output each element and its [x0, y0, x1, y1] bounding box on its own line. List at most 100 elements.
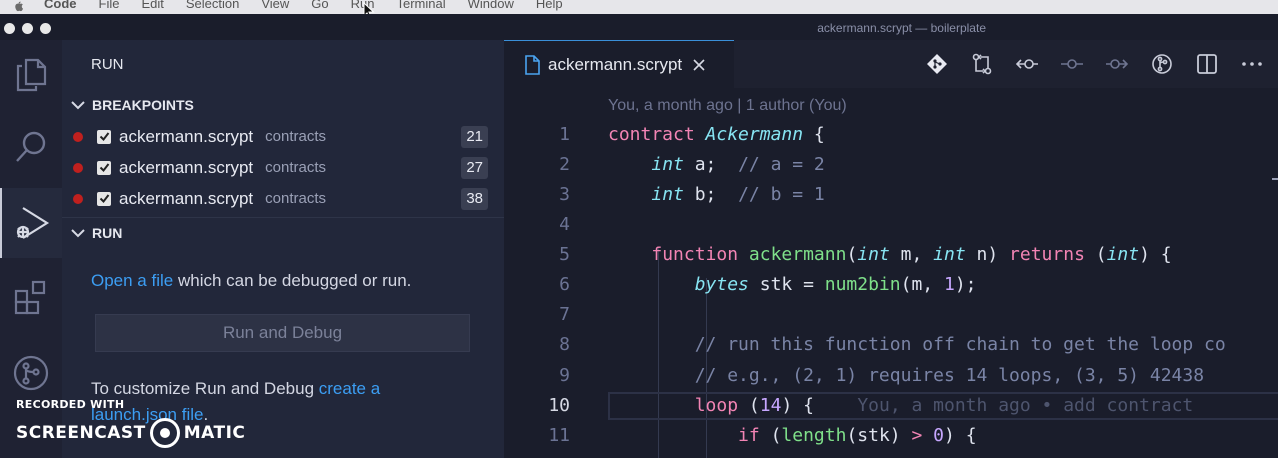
git-compare-icon [972, 53, 992, 75]
code-line: 5 function ackermann(int m, int n) retur… [504, 240, 1278, 270]
watermark-brand: SCREENCAST MATIC [16, 418, 245, 448]
breakpoint-folder: contracts [265, 190, 327, 207]
checkmark-icon [99, 163, 109, 173]
breakpoint-folder: contracts [265, 159, 327, 176]
previous-revision-button[interactable] [1015, 52, 1039, 76]
menu-app-name[interactable]: Code [44, 0, 77, 10]
editor-tab-bar: ackermann.scrypt [504, 40, 1278, 88]
breakpoint-line-badge: 21 [461, 125, 488, 148]
next-revision-button[interactable] [1105, 52, 1129, 76]
close-window-button[interactable] [4, 23, 15, 34]
open-file-message: Open a file which can be debugged or run… [91, 271, 411, 291]
breakpoint-line-badge: 27 [461, 156, 488, 179]
more-actions-button[interactable] [1240, 52, 1264, 76]
line-number: 8 [559, 334, 570, 355]
watermark-recorded-with: RECORDED WITH [16, 398, 125, 411]
git-history-icon [1152, 54, 1172, 74]
breakpoint-dot-icon [73, 193, 83, 204]
git-history-button[interactable] [1150, 52, 1174, 76]
breakpoint-file: ackermann.scrypt [119, 157, 254, 177]
code-line: 1 contract Ackermann { [504, 120, 1278, 150]
customize-prefix: To customize Run and Debug [91, 379, 319, 398]
git-commit-icon [1061, 59, 1083, 69]
line-number: 10 [548, 395, 570, 416]
codelens-blame[interactable]: You, a month ago | 1 author (You) [608, 97, 847, 115]
line-number: 3 [559, 184, 570, 205]
compare-changes-button[interactable] [970, 52, 994, 76]
code-line: 6 bytes stk = num2bin(m, 1); [504, 270, 1278, 300]
menu-go[interactable]: Go [311, 0, 328, 10]
menu-terminal[interactable]: Terminal [397, 0, 446, 10]
line-number: 1 [559, 124, 570, 145]
run-section-header[interactable]: RUN [62, 218, 504, 248]
breakpoint-item[interactable]: ackermann.scrypt contracts 21 [62, 121, 504, 152]
breakpoint-checkbox[interactable] [97, 191, 111, 206]
breakpoint-dot-icon [73, 131, 83, 142]
line-number: 2 [559, 154, 570, 175]
menu-selection[interactable]: Selection [186, 0, 239, 10]
activity-run-debug[interactable] [0, 188, 62, 258]
commit-button[interactable] [1060, 52, 1084, 76]
line-number: 11 [548, 425, 570, 446]
code-line: 9 // e.g., (2, 1) requires 14 loops, (3,… [504, 361, 1278, 391]
search-icon [16, 131, 46, 162]
menu-file[interactable]: File [99, 0, 120, 10]
menu-help[interactable]: Help [536, 0, 563, 10]
run-debug-icon [16, 207, 50, 239]
breakpoint-item[interactable]: ackermann.scrypt contracts 38 [62, 183, 504, 214]
git-diamond-icon [927, 54, 947, 74]
git-graph-icon [13, 355, 49, 391]
split-editor-button[interactable] [1195, 52, 1219, 76]
screencast-logo-icon [149, 418, 180, 448]
code-line-current: 10 loop (14) { You, a month ago • add co… [504, 391, 1278, 421]
tab-label: ackermann.scrypt [548, 54, 683, 74]
code-line: 3 int b; // b = 1 [504, 180, 1278, 210]
menu-view[interactable]: View [261, 0, 289, 10]
open-changes-button[interactable] [925, 52, 949, 76]
checkmark-icon [99, 132, 109, 142]
apple-icon[interactable] [12, 0, 26, 14]
run-sidebar: RUN BREAKPOINTS ackermann.scrypt contrac… [62, 40, 504, 458]
breakpoint-file: ackermann.scrypt [119, 126, 254, 146]
files-icon [16, 58, 47, 92]
minimize-window-button[interactable] [22, 23, 33, 34]
tab-ackermann[interactable]: ackermann.scrypt [504, 40, 734, 88]
run-and-debug-button[interactable]: Run and Debug [95, 314, 470, 352]
code-line: 2 int a; // a = 2 [504, 150, 1278, 180]
extensions-icon [14, 280, 46, 315]
line-number: 6 [559, 274, 570, 295]
code-editor[interactable]: You, a month ago | 1 author (You) 1 cont… [504, 88, 1278, 458]
title-bar: ackermann.scrypt — boilerplate [0, 14, 1278, 40]
code-line: 8 // run this function off chain to get … [504, 330, 1278, 360]
activity-bar [0, 40, 62, 458]
activity-extensions[interactable] [0, 262, 62, 332]
arrow-right-commit-icon [1106, 59, 1129, 69]
inline-blame: You, a month ago • add contract [857, 395, 1194, 416]
breakpoints-header-label: BREAKPOINTS [92, 97, 194, 113]
checkmark-icon [99, 194, 109, 204]
menu-bar: Code File Edit Selection View Go Run Ter… [0, 0, 1278, 14]
breakpoint-checkbox[interactable] [97, 129, 111, 144]
breakpoint-dot-icon [73, 162, 83, 173]
breakpoint-item[interactable]: ackermann.scrypt contracts 27 [62, 152, 504, 183]
editor-toolbar [904, 52, 1264, 76]
activity-explorer[interactable] [0, 40, 62, 110]
activity-search[interactable] [0, 112, 62, 182]
close-icon[interactable] [692, 58, 706, 72]
zoom-window-button[interactable] [40, 23, 51, 34]
breakpoint-checkbox[interactable] [97, 160, 111, 175]
watermark-right: MATIC [183, 423, 246, 443]
breakpoint-file: ackermann.scrypt [119, 188, 254, 208]
breakpoints-section-header[interactable]: BREAKPOINTS [62, 90, 504, 120]
line-number: 9 [559, 365, 570, 386]
split-editor-icon [1197, 54, 1217, 74]
vscode-window: Code File Edit Selection View Go Run Ter… [0, 0, 1278, 458]
line-number: 4 [559, 214, 570, 235]
code-line: 11 if (length(stk) > 0) { [504, 421, 1278, 451]
window-title: ackermann.scrypt — boilerplate [817, 21, 986, 35]
menu-window[interactable]: Window [468, 0, 514, 10]
chevron-down-icon [71, 229, 85, 238]
menu-edit[interactable]: Edit [141, 0, 163, 10]
open-file-link[interactable]: Open a file [91, 271, 173, 290]
code-line: 7 [504, 300, 1278, 330]
